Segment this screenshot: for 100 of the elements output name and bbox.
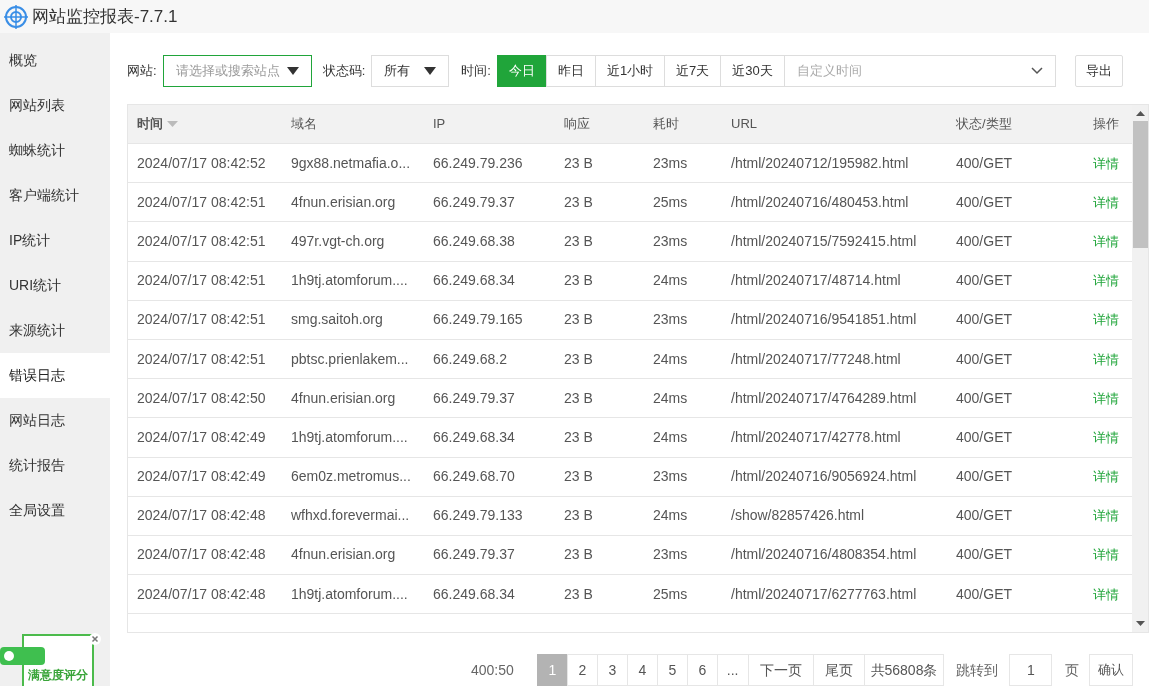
scrollbar[interactable]: [1132, 105, 1148, 632]
sidebar-item[interactable]: 网站列表: [0, 83, 110, 128]
last-page-button[interactable]: 尾页: [812, 654, 865, 686]
table-cell: /html/20240715/7592415.html: [731, 232, 917, 249]
time-tab[interactable]: 近7天: [664, 55, 722, 87]
table-cell: /html/20240716/9056924.html: [731, 468, 917, 485]
table-cell: 23 B: [564, 507, 593, 524]
table-cell: /html/20240717/48714.html: [731, 272, 901, 289]
page-button[interactable]: 5: [656, 654, 688, 686]
table-cell: 2024/07/17 08:42:51: [137, 232, 266, 249]
sidebar-item[interactable]: 蜘蛛统计: [0, 128, 110, 173]
column-header[interactable]: IP: [433, 114, 446, 134]
table-cell: 23ms: [653, 468, 688, 485]
column-header[interactable]: 状态/类型: [956, 114, 1012, 134]
export-button[interactable]: 导出: [1074, 55, 1123, 87]
table-cell: 66.249.79.165: [433, 311, 523, 328]
toggle-icon: [0, 647, 45, 665]
jump-label: 跳转到: [956, 660, 999, 680]
table-cell: 24ms: [653, 507, 688, 524]
table-cell: 66.249.68.2: [433, 350, 507, 367]
page-button[interactable]: 2: [566, 654, 598, 686]
column-header[interactable]: 操作: [1093, 114, 1119, 134]
table-cell: 2024/07/17 08:42:48: [137, 585, 266, 602]
dropdown-icon: [286, 67, 299, 75]
window-title: 网站监控报表-7.7.1: [32, 5, 178, 28]
table-cell: /html/20240716/9541851.html: [731, 311, 917, 328]
table-cell: 400/GET: [956, 193, 1013, 210]
table-cell: 400/GET: [956, 468, 1013, 485]
table-cell: 23ms: [653, 232, 688, 249]
column-header[interactable]: URL: [731, 114, 757, 134]
table-cell: 66.249.79.37: [433, 546, 515, 563]
table-cell: 2024/07/17 08:42:51: [137, 311, 266, 328]
table-cell: 23 B: [564, 311, 593, 328]
confirm-button[interactable]: 确认: [1089, 654, 1134, 686]
sidebar-item[interactable]: 网站日志: [0, 398, 110, 443]
table-cell: 23 B: [564, 272, 593, 289]
table-cell: 400/GET: [956, 585, 1013, 602]
page-unit: 页: [1065, 660, 1080, 680]
table-cell: 2024/07/17 08:42:49: [137, 428, 266, 445]
column-header[interactable]: 响应: [564, 114, 590, 134]
sidebar-item[interactable]: IP统计: [0, 218, 110, 263]
table-cell: 23 B: [564, 546, 593, 563]
table-cell: 2024/07/17 08:42:51: [137, 350, 266, 367]
page-button[interactable]: 4: [626, 654, 658, 686]
table-cell: /html/20240717/42778.html: [731, 428, 901, 445]
close-icon[interactable]: [89, 633, 101, 645]
sidebar-item[interactable]: 全局设置: [0, 488, 110, 533]
table-cell: 2024/07/17 08:42:51: [137, 193, 266, 210]
sidebar-item[interactable]: 概览: [0, 38, 110, 83]
sidebar-item[interactable]: 统计报告: [0, 443, 110, 488]
sidebar-item[interactable]: 客户端统计: [0, 173, 110, 218]
table-cell: 23 B: [564, 154, 593, 171]
table-cell: 25ms: [653, 193, 688, 210]
table-cell: 24ms: [653, 428, 688, 445]
table-cell: 400/GET: [956, 546, 1013, 563]
sidebar-item[interactable]: 来源统计: [0, 308, 110, 353]
table-cell: 400/GET: [956, 154, 1013, 171]
sidebar-item[interactable]: URI统计: [0, 263, 110, 308]
dropdown-icon: [424, 67, 437, 75]
table-cell: 66.249.79.236: [433, 154, 523, 171]
time-tab[interactable]: 近30天: [720, 55, 785, 87]
table-cell: 24ms: [653, 272, 688, 289]
time-tab[interactable]: 近1小时: [594, 55, 666, 87]
table-cell: 23 B: [564, 193, 593, 210]
table-cell: 66.249.68.70: [433, 468, 515, 485]
page-button[interactable]: 3: [596, 654, 628, 686]
table-cell: 400/GET: [956, 311, 1013, 328]
table-cell: 1h9tj.atomforum....: [291, 272, 408, 289]
table-cell: 23 B: [564, 585, 593, 602]
column-header[interactable]: 耗时: [653, 114, 679, 134]
page-button[interactable]: ...: [716, 654, 749, 686]
table-cell: /show/82857426.html: [731, 507, 865, 524]
column-header[interactable]: 域名: [291, 114, 317, 134]
table-cell: 23 B: [564, 468, 593, 485]
table-cell: 66.249.68.34: [433, 428, 515, 445]
page-input[interactable]: 1: [1009, 654, 1053, 686]
table-cell: 4fnun.erisian.org: [291, 389, 396, 406]
table-cell: 2024/07/17 08:42:48: [137, 507, 266, 524]
table-cell: 66.249.68.34: [433, 272, 515, 289]
table-cell: 400/GET: [956, 350, 1013, 367]
table-cell: 66.249.68.34: [433, 585, 515, 602]
table-cell: 23 B: [564, 350, 593, 367]
column-header[interactable]: 时间: [137, 114, 163, 134]
table-cell: 66.249.79.37: [433, 193, 515, 210]
sidebar-item[interactable]: 错误日志: [0, 353, 110, 398]
table-cell: /html/20240716/4808354.html: [731, 546, 917, 563]
table-cell: 24ms: [653, 350, 688, 367]
table-cell: 24ms: [653, 389, 688, 406]
total-count: 共56808条: [863, 654, 945, 686]
site-label: 网站:: [127, 62, 157, 81]
scrollbar-thumb[interactable]: [1132, 121, 1148, 248]
status-select[interactable]: 所有: [371, 55, 450, 87]
table-cell: 23ms: [653, 311, 688, 328]
page-button[interactable]: 6: [686, 654, 718, 686]
table-cell: /html/20240717/77248.html: [731, 350, 901, 367]
table-cell: 2024/07/17 08:42:51: [137, 272, 266, 289]
table-cell: 4fnun.erisian.org: [291, 193, 396, 210]
next-page-button[interactable]: 下一页: [747, 654, 814, 686]
table-cell: pbtsc.prienlakem...: [291, 350, 409, 367]
time-tab[interactable]: 昨日: [545, 55, 596, 87]
